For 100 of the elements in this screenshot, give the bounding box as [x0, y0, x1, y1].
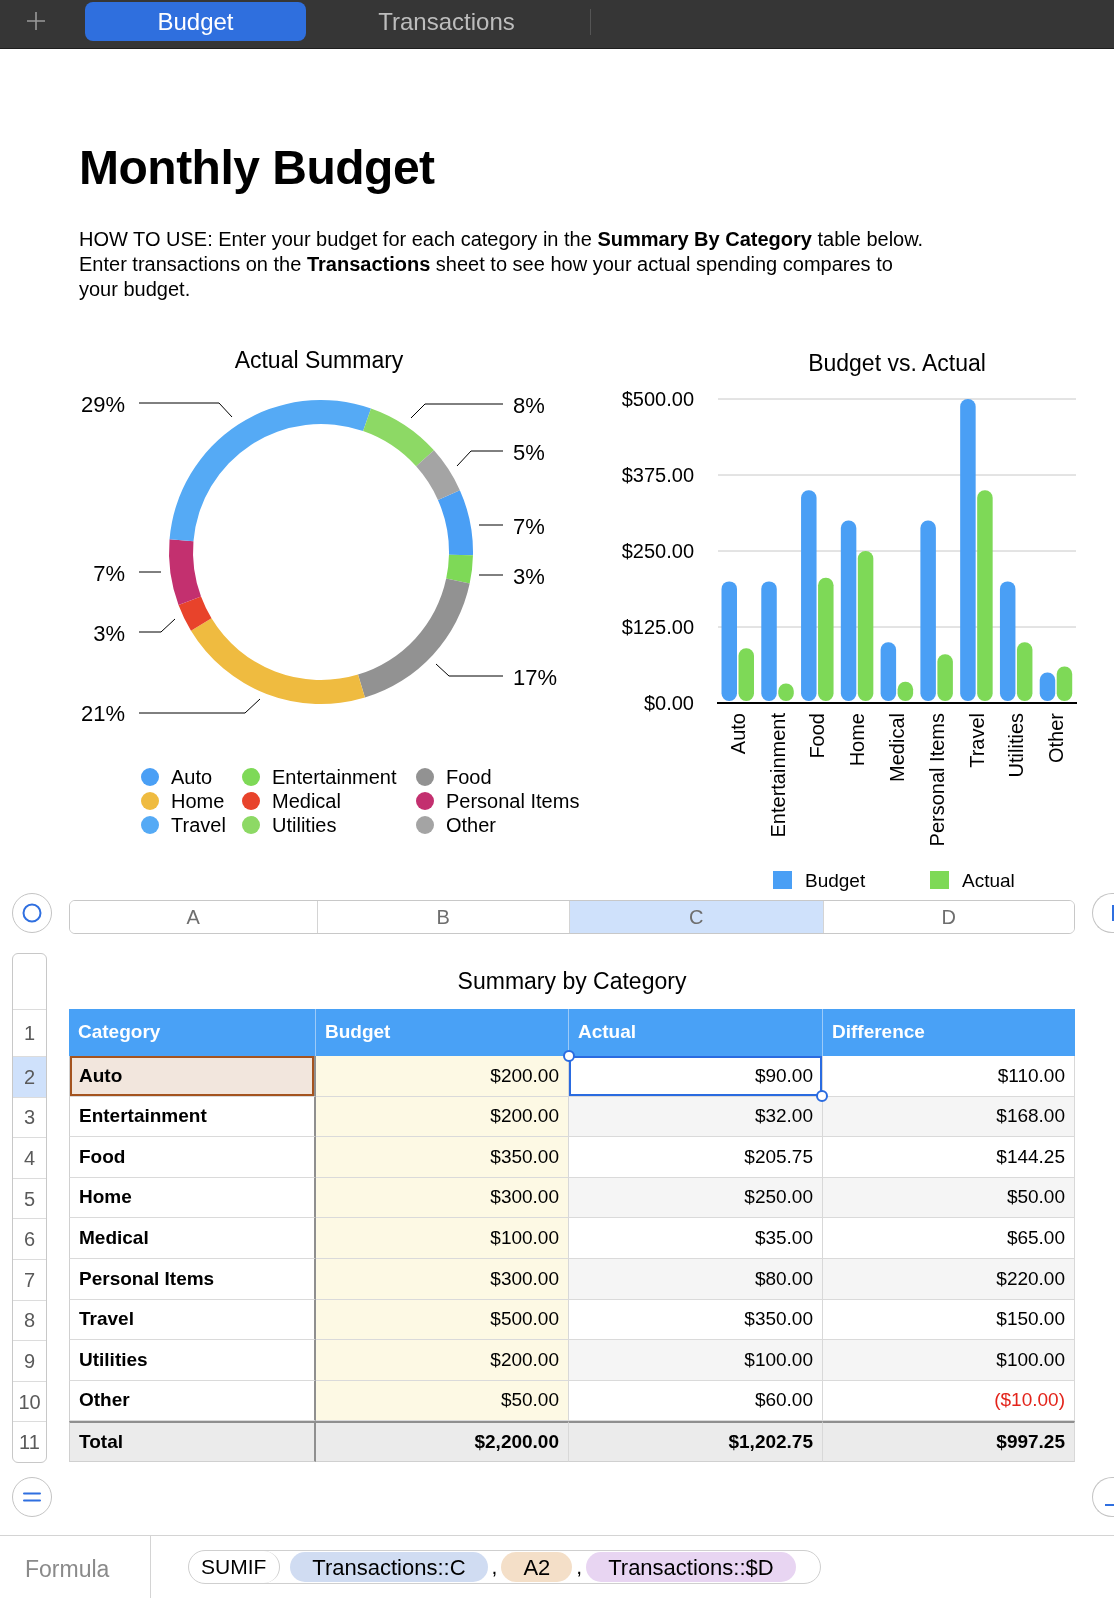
percent-label: 17% [513, 664, 558, 690]
table-cell: $200.00 [316, 1340, 569, 1381]
table-cell: $100.00 [316, 1218, 569, 1259]
table-cell: Food [69, 1137, 316, 1178]
table-cell: $220.00 [823, 1258, 1075, 1300]
percent-label: 5% [513, 439, 545, 465]
table-cell: $65.00 [823, 1218, 1075, 1259]
category-label: Food [806, 713, 829, 759]
argument-token[interactable]: Transactions::C [290, 1552, 488, 1582]
table-header-cell: Actual [569, 1009, 823, 1056]
table-cell: $250.00 [569, 1177, 823, 1219]
table-cell: $1,202.75 [569, 1421, 823, 1462]
formula-label: Formula [25, 1554, 110, 1584]
percent-label: 21% [80, 700, 125, 726]
category-label: Personal Items [925, 713, 948, 847]
row-header[interactable]: 10 [13, 1380, 46, 1422]
table-cell: $80.00 [569, 1258, 823, 1300]
category-label: Other [1045, 713, 1068, 764]
table-cell: Travel [69, 1299, 316, 1341]
row-header[interactable]: 7 [13, 1258, 46, 1300]
legend-label: Other [446, 813, 497, 837]
table-cell: Auto [69, 1056, 316, 1097]
table-cell: $144.25 [823, 1137, 1075, 1178]
leader-line [456, 450, 504, 467]
table-cell: $200.00 [316, 1096, 569, 1138]
add-column-handle[interactable] [1092, 893, 1114, 933]
table-cell: $60.00 [569, 1380, 823, 1422]
selection-handle[interactable] [816, 1089, 828, 1102]
legend-label: Utilities [272, 813, 337, 837]
row-header[interactable]: 11 [13, 1421, 46, 1462]
percent-label: 29% [80, 391, 125, 417]
argument-token[interactable]: A2 [501, 1552, 573, 1582]
category-label: Medical [886, 713, 908, 782]
category-label: Utilities [1005, 713, 1028, 778]
table-resize-handle[interactable] [1092, 1476, 1114, 1517]
table-cell: $300.00 [316, 1258, 569, 1300]
column-header[interactable]: D [822, 901, 1074, 933]
table-title: Summary by Category [457, 966, 687, 996]
table-cell: $100.00 [569, 1340, 823, 1381]
leader-line [138, 618, 176, 633]
instructions-text: HOW TO USE: Enter your budget for each category in the Summary By Category table below. Enter transactions on the Transactions sheet to see how your actual spending compares to your budget. [79, 227, 924, 302]
row-header[interactable]: 8 [13, 1299, 46, 1341]
row-header[interactable]: 9 [13, 1340, 46, 1381]
percent-label: 3% [93, 620, 125, 646]
table-cell: $500.00 [316, 1299, 569, 1341]
leader-line [138, 571, 162, 573]
legend-label: Personal Items [446, 789, 580, 813]
axis-label: $0.00 [643, 692, 694, 714]
axis-label: $500.00 [621, 388, 694, 410]
sheet-tab[interactable]: Budget [85, 2, 306, 41]
row-header[interactable]: 5 [13, 1177, 46, 1219]
table-cell: $350.00 [316, 1137, 569, 1178]
leader-line [435, 663, 504, 677]
row-header[interactable]: 4 [13, 1137, 46, 1178]
legend-label: Actual [962, 869, 1015, 891]
category-label: Home [846, 713, 869, 767]
percent-label: 8% [513, 392, 545, 418]
table-header-cell: Category [69, 1009, 316, 1056]
leader-line [478, 574, 504, 576]
argument-token[interactable]: Transactions::$D [586, 1552, 796, 1582]
add-row-handle[interactable] [12, 1476, 52, 1517]
table-cell: $50.00 [823, 1177, 1075, 1219]
row-header[interactable]: 3 [13, 1096, 46, 1138]
function-name: SUMIF [189, 1551, 281, 1583]
equals-icon [23, 1491, 41, 1502]
percent-label: 3% [513, 563, 545, 589]
table-cell: $32.00 [569, 1096, 823, 1138]
table-cell: Total [69, 1421, 316, 1462]
table-cell: Other [69, 1380, 316, 1422]
bar [1056, 666, 1073, 701]
table-cell: $2,200.00 [316, 1421, 569, 1462]
plus-icon [27, 12, 45, 30]
row-header[interactable]: 2 [13, 1056, 46, 1097]
table-cell: $300.00 [316, 1177, 569, 1219]
legend-label: Budget [805, 869, 866, 891]
category-label: Auto [726, 713, 749, 755]
separator-text: , [576, 1554, 583, 1581]
legend-swatch-icon [773, 871, 792, 889]
legend-label: Auto [171, 765, 213, 789]
table-select-handle[interactable] [12, 893, 52, 933]
axis-label: $125.00 [621, 616, 694, 638]
bar [1039, 672, 1056, 701]
table-cell: $350.00 [569, 1299, 823, 1341]
table-cell: $50.00 [316, 1380, 569, 1422]
table-cell: Utilities [69, 1340, 316, 1381]
axis-label: $375.00 [621, 464, 694, 486]
separator-text: , [491, 1554, 498, 1581]
function-token[interactable]: SUMIF Transactions::C , A2 , Transactions::$D [188, 1550, 821, 1584]
category-label: Travel [965, 713, 988, 768]
table-cell: Home [69, 1177, 316, 1219]
column-header[interactable]: C [569, 901, 823, 933]
table-cell: $205.75 [569, 1137, 823, 1178]
percent-label: 7% [93, 560, 125, 586]
chart-title: Actual Summary [234, 347, 404, 373]
add-sheet-button[interactable] [27, 12, 45, 30]
table-cell: $168.00 [823, 1096, 1075, 1138]
sheet-tab[interactable]: Transactions [336, 2, 557, 41]
legend-label: Entertainment [272, 765, 397, 789]
page-title: Monthly Budget [79, 144, 435, 192]
row-header[interactable]: 6 [13, 1218, 46, 1259]
